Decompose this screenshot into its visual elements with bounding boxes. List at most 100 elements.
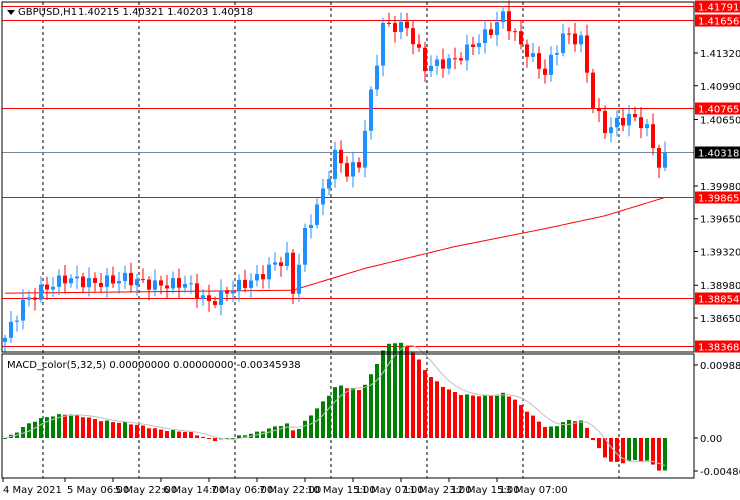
candle-body: [471, 44, 475, 47]
candle-body: [159, 280, 163, 286]
candle-body: [585, 35, 589, 73]
macd-axis: 0.0098851 0.00 -0.004867: [694, 361, 740, 478]
candle-body: [195, 283, 199, 299]
candle-body: [453, 58, 457, 60]
candle-body: [489, 29, 493, 36]
macd-bar: [519, 405, 523, 438]
candle-body: [483, 29, 487, 44]
price-tick-label: 1.40650: [700, 115, 740, 126]
macd-bar: [435, 381, 439, 438]
candle-body: [501, 11, 505, 23]
macd-bar: [93, 419, 97, 438]
candle-body: [543, 68, 547, 75]
candle-body: [645, 124, 649, 129]
candle-body: [357, 162, 361, 168]
macd-bar: [585, 427, 589, 438]
candle-body: [117, 280, 121, 284]
candle-body: [495, 22, 499, 36]
macd-bar: [327, 395, 331, 438]
price-tick-label: 1.40990: [700, 82, 740, 93]
dropdown-triangle-icon[interactable]: [7, 10, 15, 15]
candle-body: [111, 275, 115, 284]
macd-bar: [207, 438, 211, 439]
candle-body: [351, 162, 355, 177]
price-tick-label: 1.39980: [700, 182, 740, 193]
macd-bar: [63, 414, 67, 438]
candle-body: [405, 21, 409, 29]
macd-bar: [69, 414, 73, 438]
macd-bar: [579, 420, 583, 438]
candle-body: [75, 276, 79, 279]
candle-body: [15, 320, 19, 322]
candle-body: [237, 279, 241, 292]
macd-bar: [45, 417, 49, 438]
ma-line: [4, 196, 666, 294]
candle-body: [549, 54, 553, 75]
macd-bar: [201, 436, 205, 438]
candle-body: [633, 113, 637, 118]
candle-body: [567, 33, 571, 35]
candle-body: [57, 275, 61, 287]
macd-bar: [33, 421, 37, 438]
time-label: 13 May 07:00: [499, 485, 568, 496]
candle-body: [3, 337, 7, 342]
candle-body: [429, 65, 433, 72]
candle-body: [381, 22, 385, 66]
candle-body: [189, 283, 193, 285]
chart-window: GBPUSD,H1 1.40215 1.40321 1.40203 1.4031…: [0, 0, 740, 500]
macd-bar: [303, 420, 307, 438]
macd-bar: [147, 428, 151, 438]
macd-bar: [81, 417, 85, 438]
candle-body: [519, 31, 523, 45]
candle-body: [591, 72, 595, 109]
moving-average: [4, 196, 666, 294]
candles: [3, 0, 667, 353]
macd-bar: [351, 388, 355, 438]
candle-body: [363, 130, 367, 168]
candle-body: [423, 47, 427, 72]
macd-bar: [381, 350, 385, 438]
candle-body: [201, 295, 205, 299]
macd-bar: [345, 388, 349, 438]
macd-bar: [597, 438, 601, 449]
candle-body: [573, 33, 577, 45]
macd-bar: [657, 438, 661, 471]
candle-body: [171, 278, 175, 289]
macd-label: MACD_color(5,32,5) 0.00000000 0.00000000…: [7, 360, 301, 371]
candle-body: [213, 301, 217, 305]
macd-bar: [117, 422, 121, 438]
candle-body: [651, 124, 655, 149]
macd-bar: [483, 394, 487, 438]
level-tag-label: 1.41656: [698, 17, 739, 28]
candle-body: [141, 279, 145, 281]
candle-body: [309, 224, 313, 229]
macd-bar: [129, 424, 133, 438]
macd-bar: [141, 425, 145, 438]
macd-bar: [99, 421, 103, 438]
macd-bar: [291, 430, 295, 438]
candle-body: [459, 58, 463, 61]
candle-body: [153, 280, 157, 290]
price-tick-label: 1.38980: [700, 281, 740, 292]
candle-body: [657, 148, 661, 168]
candle-body: [639, 117, 643, 129]
candle-body: [255, 274, 259, 281]
candle-body: [447, 58, 451, 69]
macd-bar: [171, 430, 175, 438]
candle-body: [417, 44, 421, 48]
main-panel-border: [1, 1, 695, 353]
macd-bar: [639, 438, 643, 462]
macd-bar: [459, 394, 463, 438]
macd-bar: [195, 435, 199, 438]
macd-bar: [465, 394, 469, 438]
candle-body: [249, 280, 253, 288]
macd-bar: [423, 370, 427, 438]
macd-bar: [123, 422, 127, 438]
candle-body: [621, 117, 625, 126]
macd-bar: [543, 427, 547, 438]
candle-body: [411, 28, 415, 45]
chart-canvas[interactable]: GBPUSD,H1 1.40215 1.40321 1.40203 1.4031…: [0, 0, 740, 500]
candle-body: [555, 53, 559, 55]
macd-bar: [405, 345, 409, 438]
macd-bar: [177, 431, 181, 438]
